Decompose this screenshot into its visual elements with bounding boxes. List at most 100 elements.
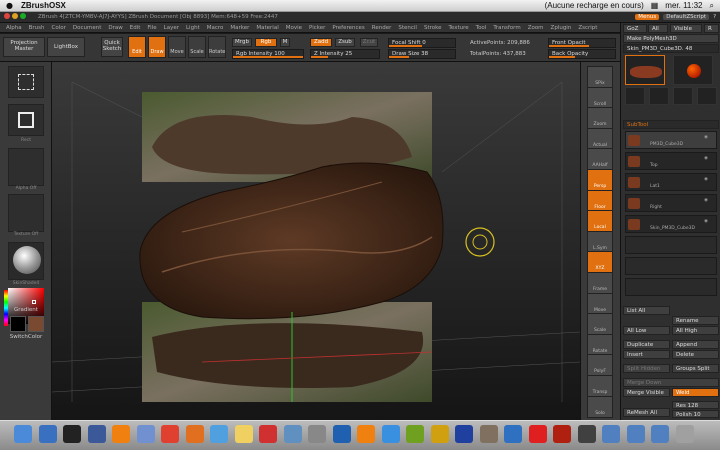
fb-icon[interactable] [87, 425, 106, 443]
tool-thumb-shoe[interactable] [625, 55, 665, 85]
menu-tool[interactable]: Tool [476, 25, 487, 31]
itunes-icon[interactable] [210, 425, 228, 443]
shelf-transp-button[interactable]: Transp [587, 375, 613, 397]
focal-shift-slider[interactable]: Focal Shift 0 [388, 38, 456, 48]
shelf-rotate-button[interactable]: Rotate [587, 333, 613, 356]
menu-zoom[interactable]: Zoom [528, 25, 544, 31]
folder-icon[interactable] [602, 425, 620, 443]
trash-icon[interactable] [675, 425, 694, 443]
z-intensity-slider[interactable]: Z Intensity 25 [310, 49, 380, 59]
front-opacity-slider[interactable]: Front Opacit [548, 38, 616, 48]
shelf-persp-button[interactable]: Persp [587, 169, 613, 191]
terminal-icon[interactable] [63, 425, 81, 443]
shelf-lsym-button[interactable]: L.Sym [587, 230, 613, 253]
menu-picker[interactable]: Picker [309, 25, 325, 31]
list-all-button[interactable]: List All [623, 306, 670, 315]
clock[interactable]: mer. 11:32 [665, 1, 702, 10]
tool-thumb-skin-2[interactable] [697, 87, 717, 105]
system-icon[interactable] [308, 425, 326, 443]
menu-marker[interactable]: Marker [230, 25, 249, 31]
primary-color-swatch[interactable] [10, 316, 26, 332]
shelf-zoom-button[interactable]: Zoom [587, 107, 613, 130]
duplicate-button[interactable]: Duplicate [623, 340, 670, 349]
menu-light[interactable]: Light [186, 25, 200, 31]
app-icon[interactable] [430, 425, 449, 443]
visibility-eye-icon[interactable]: ◉ [704, 156, 708, 161]
shelf-actual-button[interactable]: Actual [587, 127, 613, 150]
all-low-button[interactable]: All Low [623, 326, 670, 335]
menus-button[interactable]: Menus [635, 14, 660, 20]
menu-movie[interactable]: Movie [286, 25, 302, 31]
menu-material[interactable]: Material [256, 25, 278, 31]
visibility-eye-icon[interactable]: ◉ [704, 135, 708, 140]
stroke-rect-tool[interactable] [8, 104, 44, 136]
photos-icon[interactable] [283, 425, 302, 443]
shelf-local-button[interactable]: Local [587, 210, 613, 233]
all-high-button[interactable]: All High [672, 326, 719, 335]
vlc2-icon[interactable] [357, 425, 375, 443]
all-button[interactable]: All [648, 24, 668, 33]
shelf-move-button[interactable]: Move [587, 292, 613, 315]
draw-button[interactable]: Draw [148, 36, 166, 58]
safari-icon[interactable] [381, 425, 400, 443]
zcut-button[interactable]: Zcut [360, 38, 378, 47]
selection-rect-tool[interactable] [8, 66, 44, 98]
secondary-color-swatch[interactable] [28, 316, 44, 332]
rotate-button[interactable]: Rotate [208, 36, 226, 58]
menu-alpha[interactable]: Alpha [6, 25, 22, 31]
downloads-icon[interactable] [651, 425, 669, 443]
groups-split-button[interactable]: Groups Split [672, 364, 719, 373]
finder-icon[interactable] [14, 425, 32, 443]
menu-transform[interactable]: Transform [493, 25, 520, 31]
menu-preferences[interactable]: Preferences [332, 25, 364, 31]
menu-render[interactable]: Render [372, 25, 392, 31]
rgb-intensity-slider[interactable]: Rgb Intensity 100 [232, 49, 304, 59]
app-name[interactable]: ZBrushOSX [21, 1, 66, 10]
app3-icon[interactable] [528, 425, 547, 443]
subtool-item[interactable]: Lat1 ◉ [625, 173, 717, 191]
goz-button[interactable]: GoZ [623, 24, 647, 33]
menu-zplugin[interactable]: Zplugin [551, 25, 572, 31]
insert-button[interactable]: Insert [623, 350, 670, 359]
subtool-item[interactable]: Skin_PM3D_Cube3D ◉ [625, 215, 717, 233]
split-hidden-button[interactable]: Split Hidden [623, 364, 670, 373]
mrgb-button[interactable]: Mrgb [232, 38, 252, 47]
make-polymesh-button[interactable]: Make PolyMesh3D [623, 34, 719, 43]
shelf-solo-button[interactable]: Solo [587, 395, 613, 418]
app4-icon[interactable] [577, 425, 596, 443]
recharge-status[interactable]: (Aucune recharge en cours) [545, 1, 644, 10]
tool-thumb-sphere[interactable] [673, 55, 713, 85]
delete-button[interactable]: Delete [672, 350, 719, 359]
shelf-scale-button[interactable]: Scale [587, 313, 613, 336]
menu-stroke[interactable]: Stroke [424, 25, 442, 31]
scale-button[interactable]: Scale [188, 36, 206, 58]
shelf-aahalf-button[interactable]: AAHalf [587, 148, 613, 171]
shelf-frame-button[interactable]: Frame [587, 272, 613, 294]
gimp-icon[interactable] [479, 425, 498, 443]
edit-button[interactable]: Edit [128, 36, 146, 58]
close-icon[interactable] [4, 13, 10, 19]
move-button[interactable]: Move [168, 36, 186, 58]
zadd-button[interactable]: Zadd [310, 38, 332, 47]
flag-icon[interactable]: ▦ [651, 1, 659, 10]
transmit-icon[interactable] [406, 425, 424, 443]
gradient-label[interactable]: Gradient [0, 307, 52, 313]
tool-thumb-skin-1[interactable] [673, 87, 693, 105]
quick-sketch-button[interactable]: Quick Sketch [101, 37, 123, 57]
app2-icon[interactable] [455, 425, 473, 443]
preview-icon[interactable] [136, 425, 155, 443]
apple-icon[interactable]: ● [6, 1, 13, 10]
switch-color-label[interactable]: SwitchColor [0, 334, 52, 340]
subtool-item[interactable]: PM3D_Cube3D ◉ [625, 131, 717, 149]
menu-draw[interactable]: Draw [108, 25, 122, 31]
filezilla-icon[interactable] [553, 425, 571, 443]
visibility-eye-icon[interactable]: ◉ [704, 198, 708, 203]
quicktime-icon[interactable] [332, 425, 351, 443]
shelf-polyf-button[interactable]: PolyF [587, 354, 613, 377]
subtool-header[interactable]: SubTool [623, 120, 719, 129]
zsub-button[interactable]: Zsub [335, 38, 355, 47]
zscript-button[interactable]: DefaultZScript [663, 14, 710, 20]
visible-button[interactable]: Visible [670, 24, 702, 33]
notes-icon[interactable] [234, 425, 253, 443]
xcode-icon[interactable] [504, 425, 522, 443]
